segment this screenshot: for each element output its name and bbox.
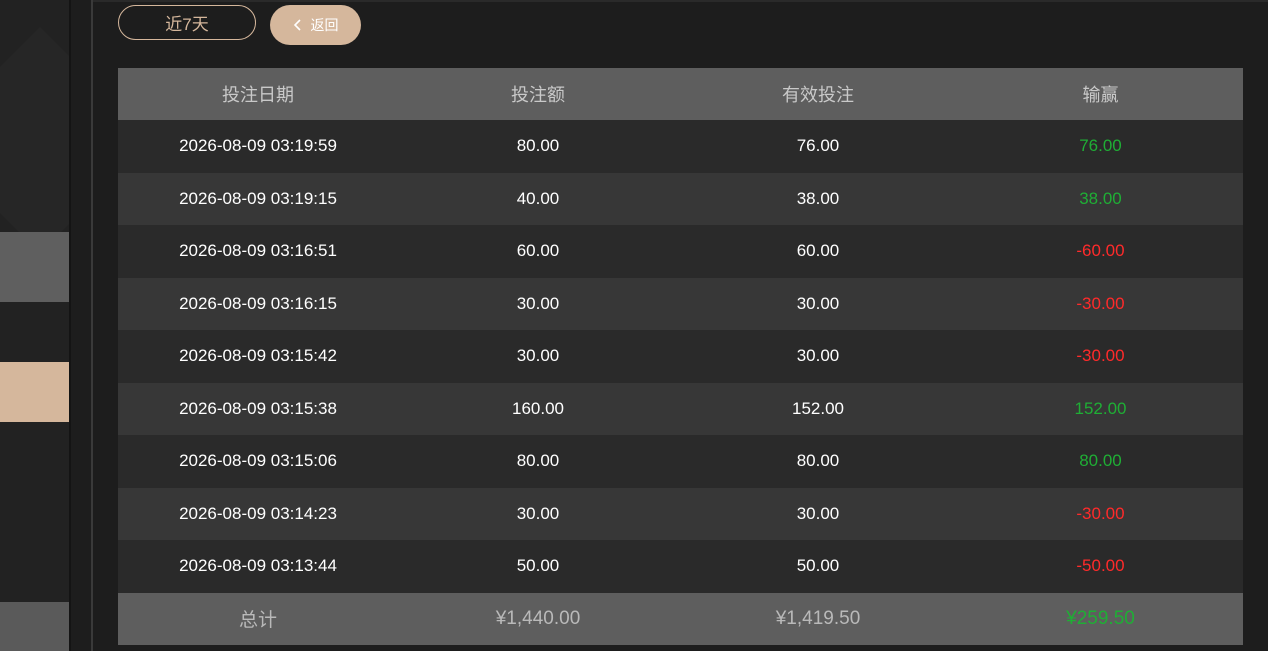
header-date: 投注日期: [222, 85, 294, 105]
row-valid: 30.00: [796, 346, 840, 366]
divider: [69, 0, 71, 651]
sidebar-item-active[interactable]: [0, 362, 69, 422]
row-result: -30.00: [1076, 346, 1125, 366]
date-range-label: 近7天: [165, 15, 209, 34]
table-footer: 总计 ¥1,440.00 ¥1,419.50 ¥259.50: [118, 592, 1243, 645]
row-date: 2026-08-09 03:15:06: [179, 451, 337, 471]
table-row: 2026-08-09 03:14:23 30.00 30.00 -30.00: [118, 487, 1243, 540]
app-root: 近7天 返回 投注日期 投注额 有效投注 输赢 2026-08-09 03:19…: [0, 0, 1268, 651]
row-date: 2026-08-09 03:13:44: [179, 556, 337, 576]
table-body: 2026-08-09 03:19:59 80.00 76.00 76.00 2026-0…: [118, 120, 1243, 593]
footer-label: 总计: [238, 610, 277, 631]
row-result: 76.00: [1079, 136, 1122, 156]
row-valid: 76.00: [796, 136, 840, 156]
row-amount: 50.00: [516, 556, 560, 576]
row-date: 2026-08-09 03:19:15: [179, 188, 337, 208]
date-range-button[interactable]: 近7天: [118, 5, 256, 40]
row-result: 38.00: [1079, 188, 1122, 208]
divider: [91, 0, 93, 651]
footer-result: ¥259.50: [1066, 607, 1135, 629]
row-amount: 160.00: [512, 398, 564, 418]
row-amount: 80.00: [516, 136, 560, 156]
row-date: 2026-08-09 03:16:15: [179, 293, 337, 313]
top-divider: [93, 0, 1268, 2]
sidebar-item[interactable]: [0, 602, 69, 651]
sidebar-decoration: [0, 26, 69, 254]
row-date: 2026-08-09 03:15:42: [179, 346, 337, 366]
row-amount: 30.00: [516, 503, 560, 523]
table-row: 2026-08-09 03:19:59 80.00 76.00 76.00: [118, 120, 1243, 173]
sidebar-item[interactable]: [0, 232, 69, 302]
row-amount: 40.00: [516, 188, 560, 208]
table-row: 2026-08-09 03:13:44 50.00 50.00 -50.00: [118, 540, 1243, 593]
table-row: 2026-08-09 03:15:38 160.00 152.00 152.00: [118, 382, 1243, 435]
sidebar: [0, 0, 69, 651]
row-date: 2026-08-09 03:19:59: [179, 136, 337, 156]
row-result: -30.00: [1076, 503, 1125, 523]
row-date: 2026-08-09 03:14:23: [179, 503, 337, 523]
row-amount: 60.00: [516, 241, 560, 261]
footer-amount: ¥1,440.00: [495, 607, 581, 629]
row-valid: 30.00: [796, 293, 840, 313]
row-result: -50.00: [1076, 556, 1125, 576]
row-valid: 50.00: [796, 556, 840, 576]
table-row: 2026-08-09 03:15:06 80.00 80.00 80.00: [118, 435, 1243, 488]
row-result: 80.00: [1079, 451, 1122, 471]
row-valid: 38.00: [796, 188, 840, 208]
chevron-left-icon: [293, 19, 301, 31]
row-valid: 60.00: [796, 241, 840, 261]
table-row: 2026-08-09 03:19:15 40.00 38.00 38.00: [118, 172, 1243, 225]
header-amount: 投注额: [511, 85, 565, 105]
bet-records-table: 投注日期 投注额 有效投注 输赢 2026-08-09 03:19:59 80.0…: [118, 68, 1243, 645]
row-amount: 30.00: [516, 346, 560, 366]
table-header: 投注日期 投注额 有效投注 输赢: [118, 68, 1243, 120]
row-result: -60.00: [1076, 241, 1125, 261]
row-valid: 30.00: [796, 503, 840, 523]
row-result: 152.00: [1074, 398, 1127, 418]
table-row: 2026-08-09 03:15:42 30.00 30.00 -30.00: [118, 330, 1243, 383]
row-result: -30.00: [1076, 293, 1125, 313]
header-valid: 有效投注: [782, 85, 854, 105]
back-button[interactable]: 返回: [270, 5, 361, 45]
row-amount: 80.00: [516, 451, 560, 471]
row-date: 2026-08-09 03:15:38: [179, 398, 337, 418]
table-row: 2026-08-09 03:16:15 30.00 30.00 -30.00: [118, 277, 1243, 330]
row-valid: 152.00: [792, 398, 844, 418]
table-row: 2026-08-09 03:16:51 60.00 60.00 -60.00: [118, 225, 1243, 278]
back-label: 返回: [310, 17, 339, 33]
row-valid: 80.00: [796, 451, 840, 471]
header-result: 输赢: [1082, 85, 1119, 105]
row-date: 2026-08-09 03:16:51: [179, 241, 337, 261]
row-amount: 30.00: [516, 293, 560, 313]
footer-valid: ¥1,419.50: [775, 607, 861, 629]
